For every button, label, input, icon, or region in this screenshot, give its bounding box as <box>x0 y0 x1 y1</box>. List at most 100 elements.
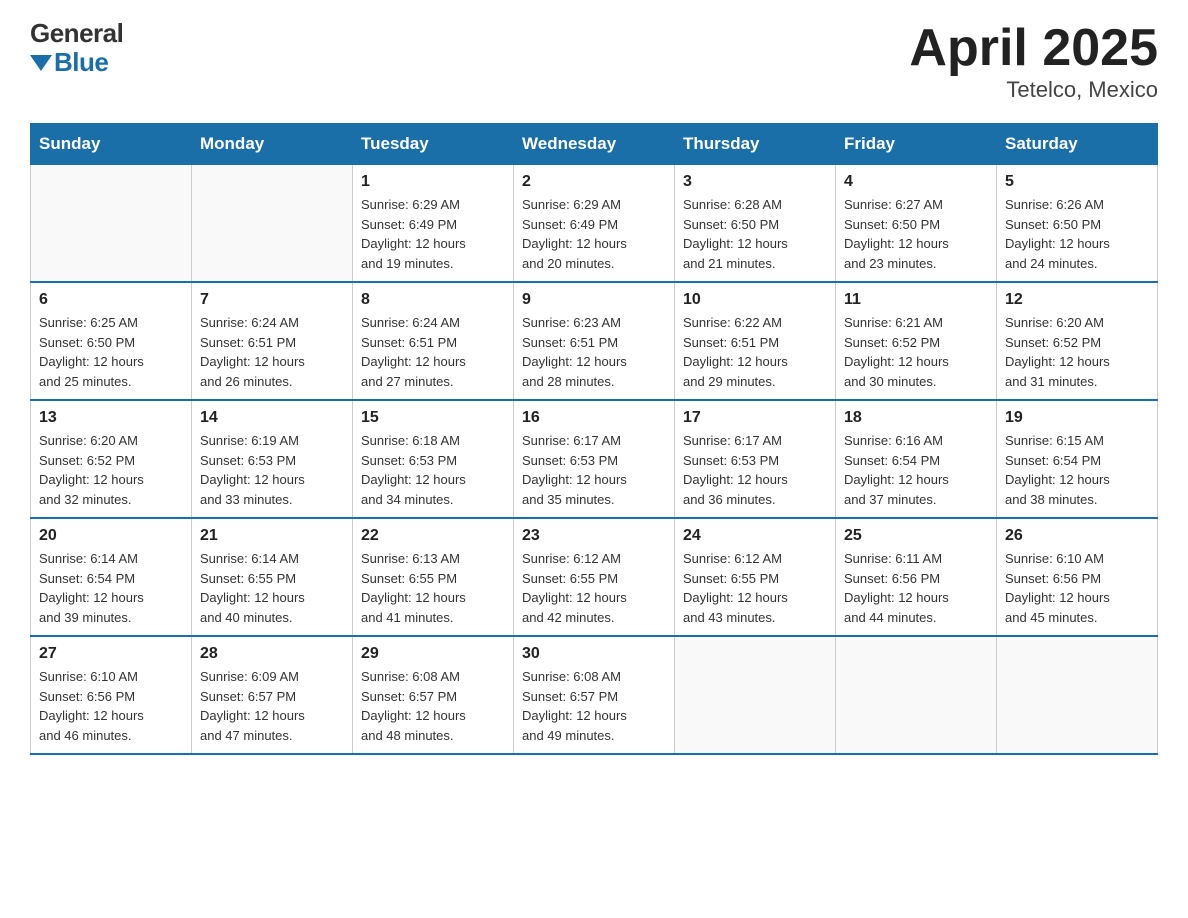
page-subtitle: Tetelco, Mexico <box>909 77 1158 103</box>
day-info: Sunrise: 6:09 AM Sunset: 6:57 PM Dayligh… <box>200 667 344 745</box>
calendar-day-cell <box>192 165 353 283</box>
day-number: 6 <box>39 291 183 309</box>
calendar-day-cell: 24 Sunrise: 6:12 AM Sunset: 6:55 PM Dayli… <box>675 518 836 636</box>
day-info: Sunrise: 6:14 AM Sunset: 6:54 PM Dayligh… <box>39 549 183 627</box>
logo-general-text: General <box>30 20 123 46</box>
day-number: 10 <box>683 291 827 309</box>
day-number: 24 <box>683 527 827 545</box>
calendar-day-cell: 30 Sunrise: 6:08 AM Sunset: 6:57 PM Dayli… <box>514 636 675 754</box>
day-number: 16 <box>522 409 666 427</box>
calendar-day-cell: 13 Sunrise: 6:20 AM Sunset: 6:52 PM Dayli… <box>31 400 192 518</box>
day-number: 5 <box>1005 173 1149 191</box>
weekday-header: Tuesday <box>353 124 514 165</box>
calendar-day-cell: 23Sunrise: 6:12 AM Sunset: 6:55 PM Dayli… <box>514 518 675 636</box>
day-info: Sunrise: 6:08 AM Sunset: 6:57 PM Dayligh… <box>522 667 666 745</box>
day-number: 11 <box>844 291 988 309</box>
day-info: Sunrise: 6:24 AM Sunset: 6:51 PM Dayligh… <box>200 313 344 391</box>
day-number: 28 <box>200 645 344 663</box>
day-number: 13 <box>39 409 183 427</box>
calendar-week-row: 13 Sunrise: 6:20 AM Sunset: 6:52 PM Dayli… <box>31 400 1158 518</box>
day-number: 29 <box>361 645 505 663</box>
day-info: Sunrise: 6:22 AM Sunset: 6:51 PM Dayligh… <box>683 313 827 391</box>
title-block: April 2025 Tetelco, Mexico <box>909 20 1158 103</box>
day-info: Sunrise: 6:12 AM Sunset: 6:55 PM Dayligh… <box>522 549 666 627</box>
day-info: Sunrise: 6:13 AM Sunset: 6:55 PM Dayligh… <box>361 549 505 627</box>
calendar-day-cell: 9Sunrise: 6:23 AM Sunset: 6:51 PM Daylig… <box>514 282 675 400</box>
day-info: Sunrise: 6:23 AM Sunset: 6:51 PM Dayligh… <box>522 313 666 391</box>
calendar-day-cell <box>997 636 1158 754</box>
day-info: Sunrise: 6:14 AM Sunset: 6:55 PM Dayligh… <box>200 549 344 627</box>
day-number: 22 <box>361 527 505 545</box>
calendar-day-cell: 26 Sunrise: 6:10 AM Sunset: 6:56 PM Dayli… <box>997 518 1158 636</box>
calendar-week-row: 6Sunrise: 6:25 AM Sunset: 6:50 PM Daylig… <box>31 282 1158 400</box>
day-number: 7 <box>200 291 344 309</box>
calendar-day-cell: 4 Sunrise: 6:27 AM Sunset: 6:50 PM Daylig… <box>836 165 997 283</box>
day-info: Sunrise: 6:19 AM Sunset: 6:53 PM Dayligh… <box>200 431 344 509</box>
weekday-row: SundayMondayTuesdayWednesdayThursdayFrid… <box>31 124 1158 165</box>
weekday-header: Friday <box>836 124 997 165</box>
calendar-day-cell <box>675 636 836 754</box>
day-number: 2 <box>522 173 666 191</box>
calendar-day-cell: 19 Sunrise: 6:15 AM Sunset: 6:54 PM Dayli… <box>997 400 1158 518</box>
day-info: Sunrise: 6:24 AM Sunset: 6:51 PM Dayligh… <box>361 313 505 391</box>
day-info: Sunrise: 6:15 AM Sunset: 6:54 PM Dayligh… <box>1005 431 1149 509</box>
calendar-day-cell: 15 Sunrise: 6:18 AM Sunset: 6:53 PM Dayli… <box>353 400 514 518</box>
calendar-week-row: 20 Sunrise: 6:14 AM Sunset: 6:54 PM Dayli… <box>31 518 1158 636</box>
day-number: 26 <box>1005 527 1149 545</box>
calendar-table: SundayMondayTuesdayWednesdayThursdayFrid… <box>30 123 1158 755</box>
calendar-day-cell: 25Sunrise: 6:11 AM Sunset: 6:56 PM Dayli… <box>836 518 997 636</box>
day-info: Sunrise: 6:20 AM Sunset: 6:52 PM Dayligh… <box>1005 313 1149 391</box>
calendar-day-cell: 17Sunrise: 6:17 AM Sunset: 6:53 PM Dayli… <box>675 400 836 518</box>
calendar-day-cell: 22 Sunrise: 6:13 AM Sunset: 6:55 PM Dayli… <box>353 518 514 636</box>
day-info: Sunrise: 6:12 AM Sunset: 6:55 PM Dayligh… <box>683 549 827 627</box>
calendar-day-cell: 2 Sunrise: 6:29 AM Sunset: 6:49 PM Daylig… <box>514 165 675 283</box>
day-number: 18 <box>844 409 988 427</box>
weekday-header: Saturday <box>997 124 1158 165</box>
calendar-day-cell: 18Sunrise: 6:16 AM Sunset: 6:54 PM Dayli… <box>836 400 997 518</box>
day-number: 19 <box>1005 409 1149 427</box>
calendar-header: SundayMondayTuesdayWednesdayThursdayFrid… <box>31 124 1158 165</box>
day-info: Sunrise: 6:10 AM Sunset: 6:56 PM Dayligh… <box>1005 549 1149 627</box>
calendar-day-cell: 1Sunrise: 6:29 AM Sunset: 6:49 PM Daylig… <box>353 165 514 283</box>
day-info: Sunrise: 6:28 AM Sunset: 6:50 PM Dayligh… <box>683 195 827 273</box>
calendar-day-cell: 21 Sunrise: 6:14 AM Sunset: 6:55 PM Dayli… <box>192 518 353 636</box>
day-number: 27 <box>39 645 183 663</box>
calendar-day-cell: 27 Sunrise: 6:10 AM Sunset: 6:56 PM Dayli… <box>31 636 192 754</box>
calendar-day-cell <box>836 636 997 754</box>
day-number: 12 <box>1005 291 1149 309</box>
day-number: 20 <box>39 527 183 545</box>
weekday-header: Monday <box>192 124 353 165</box>
day-info: Sunrise: 6:18 AM Sunset: 6:53 PM Dayligh… <box>361 431 505 509</box>
weekday-header: Wednesday <box>514 124 675 165</box>
calendar-day-cell: 5Sunrise: 6:26 AM Sunset: 6:50 PM Daylig… <box>997 165 1158 283</box>
calendar-day-cell: 11Sunrise: 6:21 AM Sunset: 6:52 PM Dayli… <box>836 282 997 400</box>
day-number: 15 <box>361 409 505 427</box>
day-number: 21 <box>200 527 344 545</box>
day-number: 4 <box>844 173 988 191</box>
logo-triangle-icon <box>30 55 52 71</box>
weekday-header: Thursday <box>675 124 836 165</box>
day-number: 14 <box>200 409 344 427</box>
day-info: Sunrise: 6:17 AM Sunset: 6:53 PM Dayligh… <box>522 431 666 509</box>
calendar-day-cell: 29Sunrise: 6:08 AM Sunset: 6:57 PM Dayli… <box>353 636 514 754</box>
day-number: 30 <box>522 645 666 663</box>
day-number: 3 <box>683 173 827 191</box>
calendar-day-cell <box>31 165 192 283</box>
day-info: Sunrise: 6:29 AM Sunset: 6:49 PM Dayligh… <box>522 195 666 273</box>
day-info: Sunrise: 6:27 AM Sunset: 6:50 PM Dayligh… <box>844 195 988 273</box>
calendar-day-cell: 7 Sunrise: 6:24 AM Sunset: 6:51 PM Daylig… <box>192 282 353 400</box>
weekday-header: Sunday <box>31 124 192 165</box>
day-number: 8 <box>361 291 505 309</box>
calendar-day-cell: 20 Sunrise: 6:14 AM Sunset: 6:54 PM Dayli… <box>31 518 192 636</box>
day-info: Sunrise: 6:10 AM Sunset: 6:56 PM Dayligh… <box>39 667 183 745</box>
day-info: Sunrise: 6:20 AM Sunset: 6:52 PM Dayligh… <box>39 431 183 509</box>
calendar-week-row: 27 Sunrise: 6:10 AM Sunset: 6:56 PM Dayli… <box>31 636 1158 754</box>
logo-blue-text: Blue <box>54 47 108 78</box>
calendar-day-cell: 14 Sunrise: 6:19 AM Sunset: 6:53 PM Dayli… <box>192 400 353 518</box>
logo-bottom-row: Blue <box>30 47 123 78</box>
calendar-day-cell: 12 Sunrise: 6:20 AM Sunset: 6:52 PM Dayli… <box>997 282 1158 400</box>
page-header: General Blue April 2025 Tetelco, Mexico <box>30 20 1158 103</box>
day-info: Sunrise: 6:29 AM Sunset: 6:49 PM Dayligh… <box>361 195 505 273</box>
calendar-day-cell: 3 Sunrise: 6:28 AM Sunset: 6:50 PM Daylig… <box>675 165 836 283</box>
day-info: Sunrise: 6:17 AM Sunset: 6:53 PM Dayligh… <box>683 431 827 509</box>
